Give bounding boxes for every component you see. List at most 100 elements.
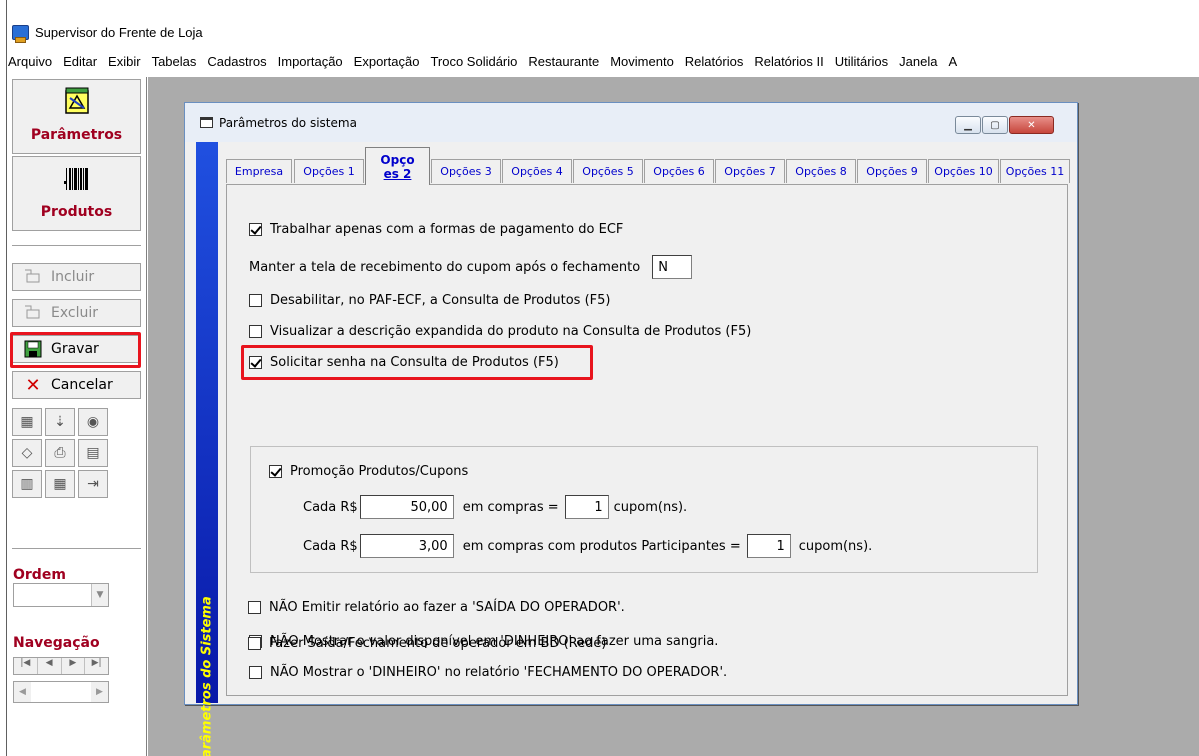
- menu-relatorios[interactable]: Relatórios: [685, 54, 744, 69]
- fazer-saida-option[interactable]: Fazer Saída/Fechamento de operador em BD…: [248, 636, 606, 651]
- sidebar-text: Parâmetros do Sistema: [199, 596, 215, 756]
- tab-opcoes-5[interactable]: Opções 5: [573, 159, 643, 183]
- fazer-saida-checkbox[interactable]: [248, 637, 261, 650]
- desabilitar-option[interactable]: Desabilitar, no PAF-ECF, a Consulta de P…: [249, 293, 610, 308]
- cupom-label-1: cupom(ns).: [613, 499, 688, 515]
- cancelar-label: Cancelar: [51, 377, 113, 393]
- tab-opcoes-6[interactable]: Opções 6: [644, 159, 714, 183]
- menu-exportacao[interactable]: Exportação: [354, 54, 420, 69]
- desabilitar-checkbox[interactable]: [249, 294, 262, 307]
- qtd-input-2[interactable]: 1: [746, 534, 791, 558]
- first-record-icon[interactable]: |◀: [14, 658, 38, 674]
- scroll-left-icon[interactable]: ◀: [14, 682, 31, 702]
- nao-relatorio-checkbox[interactable]: [249, 666, 262, 679]
- last-record-icon[interactable]: ▶|: [85, 658, 108, 674]
- tab-opcoes-4[interactable]: Opções 4: [502, 159, 572, 183]
- record-scrollbar[interactable]: ◀ ▶: [13, 681, 109, 703]
- promocao-label: Promoção Produtos/Cupons: [290, 464, 469, 479]
- app-icon: [12, 24, 29, 43]
- tab-opcoes-10[interactable]: Opções 10: [928, 159, 999, 183]
- menu-editar[interactable]: Editar: [63, 54, 97, 69]
- tab-opcoes-3[interactable]: Opções 3: [431, 159, 501, 183]
- cada-row-1: Cada R$ 50,00 em compras = 1 cupom(ns).: [303, 495, 687, 519]
- menu-janela[interactable]: Janela: [899, 54, 937, 69]
- compras-label-2: em compras com produtos Participantes =: [462, 538, 741, 554]
- cada-label-2: Cada R$: [303, 538, 358, 554]
- prev-record-icon[interactable]: ◀: [38, 658, 62, 674]
- menu-relatorios-ii[interactable]: Relatórios II: [754, 54, 823, 69]
- menu-cadastros[interactable]: Cadastros: [207, 54, 266, 69]
- qtd-input-1[interactable]: 1: [564, 495, 609, 519]
- parametros-button[interactable]: Parâmetros: [12, 79, 141, 154]
- nao-emitir-option-row[interactable]: NÃO Emitir relatório ao fazer a 'SAÍDA D…: [248, 600, 625, 615]
- dotted-arrow-icon[interactable]: ⇣: [45, 408, 75, 436]
- tab-opcoes-1[interactable]: Opções 1: [294, 159, 364, 183]
- solicitar-highlight: [241, 345, 593, 380]
- produtos-label: Produtos: [40, 204, 113, 220]
- tab-opcoes-8[interactable]: Opções 8: [786, 159, 856, 183]
- exit-icon[interactable]: ⇥: [78, 470, 108, 498]
- promocao-option[interactable]: Promoção Produtos/Cupons: [269, 464, 468, 479]
- tab-empresa[interactable]: Empresa: [226, 159, 292, 183]
- cupom-label-2: cupom(ns).: [798, 538, 873, 554]
- tab-opcoes-2[interactable]: Opço es 2: [365, 147, 430, 185]
- eye-icon[interactable]: ◉: [78, 408, 108, 436]
- navegacao-label: Navegação: [13, 635, 100, 651]
- scroll-right-icon[interactable]: ▶: [91, 682, 108, 702]
- maximize-button[interactable]: ▢: [982, 116, 1008, 134]
- trabalhar-checkbox[interactable]: [249, 223, 262, 236]
- menu-utilitarios[interactable]: Utilitários: [835, 54, 888, 69]
- visualizar-option[interactable]: Visualizar a descrição expandida do prod…: [249, 324, 751, 339]
- tab-opcoes-11[interactable]: Opções 11: [1000, 159, 1070, 183]
- excluir-button[interactable]: Excluir: [12, 299, 141, 327]
- promocao-group: Promoção Produtos/Cupons Cada R$ 50,00 e…: [250, 446, 1038, 573]
- print-icon[interactable]: ⎙: [45, 439, 75, 467]
- excluir-label: Excluir: [51, 305, 98, 321]
- close-icon: ✕: [25, 374, 41, 396]
- valor-input-2[interactable]: 3,00: [359, 534, 454, 558]
- calculator-icon[interactable]: ▤: [78, 439, 108, 467]
- cancelar-button[interactable]: ✕ Cancelar: [12, 371, 141, 399]
- nao-relatorio-label: NÃO Mostrar o 'DINHEIRO' no relatório 'F…: [270, 665, 728, 680]
- promocao-checkbox[interactable]: [269, 465, 282, 478]
- minimize-button[interactable]: ▁: [955, 116, 981, 134]
- toolbar-separator-2: [12, 548, 141, 550]
- tab-opcoes-7[interactable]: Opções 7: [715, 159, 785, 183]
- menu-tabelas[interactable]: Tabelas: [152, 54, 197, 69]
- ordem-select[interactable]: ▼: [13, 583, 109, 607]
- valor-input-1[interactable]: 50,00: [359, 495, 454, 519]
- chart-icon[interactable]: ▥: [12, 470, 42, 498]
- menu-movimento[interactable]: Movimento: [610, 54, 674, 69]
- produtos-button[interactable]: Produtos: [12, 156, 141, 231]
- menu-arquivo[interactable]: Arquivo: [8, 54, 52, 69]
- grid-icon[interactable]: ▦: [12, 408, 42, 436]
- close-button[interactable]: ✕: [1009, 116, 1054, 134]
- trabalhar-label: Trabalhar apenas com a formas de pagamen…: [270, 222, 624, 237]
- trabalhar-option[interactable]: Trabalhar apenas com a formas de pagamen…: [249, 222, 623, 237]
- menu-bar: Arquivo Editar Exibir Tabelas Cadastros …: [8, 51, 968, 71]
- menu-ajuda[interactable]: A: [948, 54, 957, 69]
- gravar-highlight: [10, 332, 141, 368]
- chevron-down-icon[interactable]: ▼: [91, 584, 108, 606]
- manter-input[interactable]: N: [652, 255, 693, 279]
- title-bar: Supervisor do Frente de Loja: [12, 22, 203, 43]
- parametros-label: Parâmetros: [30, 127, 123, 143]
- menu-troco-solidario[interactable]: Troco Solidário: [430, 54, 517, 69]
- tab-opcoes-9[interactable]: Opções 9: [857, 159, 927, 183]
- ordem-label: Ordem: [13, 567, 66, 583]
- dialog-sidebar: Parâmetros do Sistema: [196, 142, 218, 756]
- menu-exibir[interactable]: Exibir: [108, 54, 141, 69]
- fazer-saida-label: Fazer Saída/Fechamento de operador em BD…: [269, 636, 607, 651]
- visualizar-checkbox[interactable]: [249, 325, 262, 338]
- incluir-button[interactable]: Incluir: [12, 263, 141, 291]
- dialog-title: Parâmetros do sistema: [219, 115, 357, 130]
- desabilitar-label: Desabilitar, no PAF-ECF, a Consulta de P…: [270, 293, 611, 308]
- menu-restaurante[interactable]: Restaurante: [528, 54, 599, 69]
- box-icon[interactable]: ◇: [12, 439, 42, 467]
- next-record-icon[interactable]: ▶: [62, 658, 86, 674]
- nao-relatorio-option[interactable]: NÃO Mostrar o 'DINHEIRO' no relatório 'F…: [249, 665, 727, 680]
- add-record-icon: [23, 267, 43, 287]
- nao-emitir-checkbox[interactable]: [248, 601, 261, 614]
- menu-importacao[interactable]: Importação: [278, 54, 343, 69]
- table-icon[interactable]: ▦: [45, 470, 75, 498]
